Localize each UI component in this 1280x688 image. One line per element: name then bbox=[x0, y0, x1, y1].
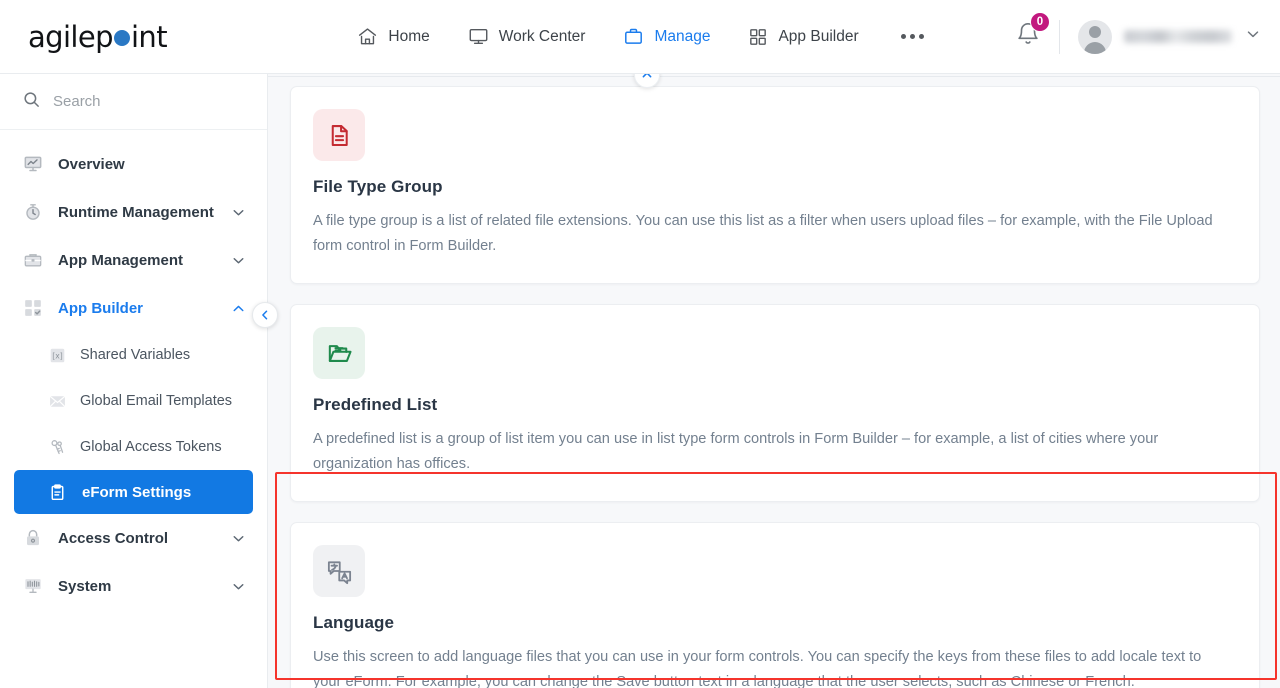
nav-item-home[interactable]: Home bbox=[355, 20, 431, 53]
sidebar-item-shared-variables[interactable]: [x] Shared Variables bbox=[0, 332, 267, 378]
sidebar-item-system[interactable]: System bbox=[0, 562, 267, 610]
brand-logo[interactable]: agilep int bbox=[0, 0, 268, 73]
card-description: A predefined list is a group of list ite… bbox=[313, 431, 1159, 472]
card-title: Predefined List bbox=[313, 395, 438, 414]
nav-label-manage: Manage bbox=[654, 27, 711, 45]
nav-label-home: Home bbox=[388, 27, 430, 45]
sidebar-item-runtime-management[interactable]: Runtime Management bbox=[0, 188, 267, 236]
nav-item-work-center[interactable]: Work Center bbox=[466, 20, 588, 53]
sidebar-item-global-access-tokens[interactable]: Global Access Tokens bbox=[0, 424, 267, 470]
sidebar-collapse-button[interactable] bbox=[252, 302, 278, 328]
settings-card-list: File Type Group A file type group is a l… bbox=[268, 74, 1280, 688]
sidebar-item-overview[interactable]: Overview bbox=[0, 140, 267, 188]
chevron-left-icon bbox=[262, 310, 268, 320]
open-folder-icon bbox=[313, 327, 365, 379]
more-dot-icon bbox=[918, 34, 924, 39]
nav-item-manage[interactable]: Manage bbox=[621, 20, 712, 53]
chevron-down-icon[interactable] bbox=[230, 530, 247, 547]
nav-more-button[interactable] bbox=[895, 28, 930, 45]
grid-check-icon bbox=[22, 297, 44, 319]
avatar-body-icon bbox=[1084, 41, 1106, 54]
sidebar-label-global-access-tokens: Global Access Tokens bbox=[80, 439, 222, 455]
search-icon bbox=[22, 90, 41, 114]
sidebar-menu: Overview Runtime Management App Manageme… bbox=[0, 130, 267, 610]
home-icon bbox=[357, 26, 378, 47]
search-input[interactable] bbox=[53, 93, 223, 110]
monitor-icon bbox=[468, 26, 489, 47]
briefcase-icon bbox=[623, 26, 644, 47]
sidebar-item-app-management[interactable]: App Management bbox=[0, 236, 267, 284]
chart-monitor-icon bbox=[22, 153, 44, 175]
card-description: A file type group is a list of related f… bbox=[313, 213, 1213, 254]
chevron-down-icon[interactable] bbox=[230, 252, 247, 269]
grid-icon bbox=[748, 27, 768, 47]
header-right-group: 0 bbox=[997, 0, 1280, 73]
sidebar-item-eform-settings[interactable]: eForm Settings bbox=[14, 470, 253, 514]
card-description: Use this screen to add language files th… bbox=[313, 649, 1202, 688]
server-monitor-icon bbox=[22, 575, 44, 597]
card-file-type-group[interactable]: File Type Group A file type group is a l… bbox=[290, 86, 1260, 284]
sidebar-label-overview: Overview bbox=[58, 155, 125, 173]
sidebar-item-access-control[interactable]: Access Control bbox=[0, 514, 267, 562]
file-lines-icon bbox=[313, 109, 365, 161]
sidebar-search[interactable] bbox=[0, 74, 267, 130]
more-dot-icon bbox=[909, 34, 915, 39]
logo-dot-icon bbox=[113, 29, 130, 46]
sidebar-label-access-control: Access Control bbox=[58, 529, 169, 547]
sidebar-item-app-builder[interactable]: App Builder bbox=[0, 284, 267, 332]
user-menu[interactable] bbox=[1060, 19, 1262, 54]
chevron-down-icon[interactable] bbox=[230, 578, 247, 595]
card-language[interactable]: Language Use this screen to add language… bbox=[290, 522, 1260, 688]
chevron-down-icon bbox=[1244, 25, 1262, 48]
avatar bbox=[1078, 19, 1112, 54]
translate-icon bbox=[313, 545, 365, 597]
card-title: Language bbox=[313, 613, 395, 632]
sidebar-label-runtime-management: Runtime Management bbox=[58, 203, 214, 221]
app-root: agilep int Home Work Center Manage App B… bbox=[0, 0, 1280, 688]
sidebar-item-global-email-templates[interactable]: Global Email Templates bbox=[0, 378, 267, 424]
logo-text-pre: agilep bbox=[28, 19, 114, 54]
notification-badge: 0 bbox=[1030, 12, 1050, 32]
sidebar-label-system: System bbox=[58, 577, 112, 595]
toolbox-icon bbox=[22, 249, 44, 271]
sidebar: Overview Runtime Management App Manageme… bbox=[0, 74, 268, 688]
sidebar-label-eform-settings: eForm Settings bbox=[82, 483, 192, 501]
more-dot-icon bbox=[900, 34, 906, 39]
avatar-head-icon bbox=[1089, 25, 1101, 38]
top-navigation: Home Work Center Manage App Builder bbox=[288, 20, 997, 53]
lock-icon bbox=[22, 527, 44, 549]
nav-item-app-builder[interactable]: App Builder bbox=[746, 21, 860, 53]
sidebar-label-shared-variables: Shared Variables bbox=[80, 347, 191, 363]
nav-label-app-builder: App Builder bbox=[778, 27, 859, 45]
app-header: agilep int Home Work Center Manage App B… bbox=[0, 0, 1280, 74]
clipboard-icon bbox=[46, 481, 68, 503]
chevron-up-icon[interactable] bbox=[230, 300, 247, 317]
card-predefined-list[interactable]: Predefined List A predefined list is a g… bbox=[290, 304, 1260, 502]
card-title: File Type Group bbox=[313, 177, 443, 196]
logo-text-post: int bbox=[130, 19, 168, 54]
sidebar-label-global-email-templates: Global Email Templates bbox=[80, 393, 233, 409]
chevron-down-icon[interactable] bbox=[230, 204, 247, 221]
sidebar-label-app-management: App Management bbox=[58, 251, 184, 269]
variable-icon: [x] bbox=[46, 344, 68, 366]
user-name bbox=[1124, 30, 1232, 43]
chevron-up-icon bbox=[642, 74, 652, 78]
section-divider bbox=[268, 76, 1280, 77]
nav-label-work-center: Work Center bbox=[498, 27, 586, 45]
stopwatch-icon bbox=[22, 201, 44, 223]
svg-text:[x]: [x] bbox=[52, 351, 62, 360]
notifications-button[interactable]: 0 bbox=[997, 12, 1059, 52]
agilepoint-logo: agilep int bbox=[28, 19, 168, 54]
keys-icon bbox=[46, 436, 68, 458]
main-content: File Type Group A file type group is a l… bbox=[268, 74, 1280, 688]
sidebar-label-app-builder: App Builder bbox=[58, 299, 143, 317]
envelope-icon bbox=[46, 390, 68, 412]
